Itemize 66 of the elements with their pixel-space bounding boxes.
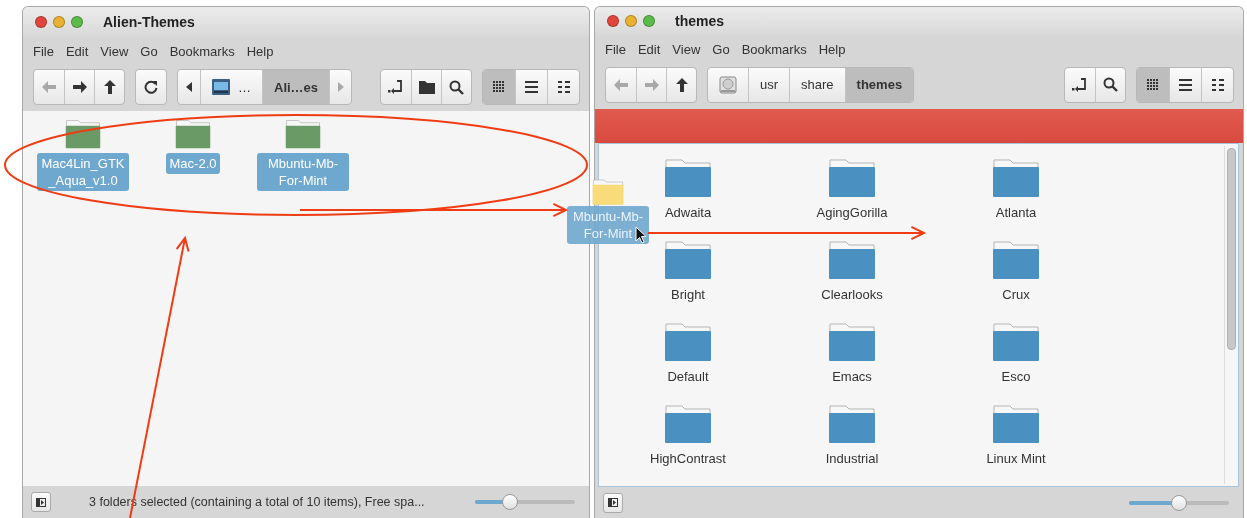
monitor-icon [212, 79, 230, 95]
menu-item[interactable]: File [599, 41, 632, 57]
window-button[interactable] [71, 16, 83, 28]
path-button[interactable]: Ali…es [262, 70, 330, 104]
folder-name[interactable]: Clearlooks [817, 284, 887, 306]
menu-item[interactable]: View [666, 41, 707, 57]
folder-name[interactable]: Adwaita [660, 202, 716, 224]
return-arrow-icon [1072, 77, 1088, 92]
list-icon [525, 81, 538, 93]
sidebar-icon [36, 497, 46, 507]
view-button[interactable] [1137, 67, 1169, 102]
menu-item[interactable]: Help [240, 43, 280, 59]
sidebar-toggle-button[interactable] [603, 492, 623, 513]
drive-icon [719, 75, 737, 94]
compact-list-icon [1211, 78, 1224, 91]
reload-icon [144, 80, 158, 94]
folder-name[interactable]: Esco [997, 366, 1035, 388]
menu-item[interactable]: Edit [59, 43, 95, 59]
path-button[interactable]: share [789, 67, 845, 102]
menu-item[interactable]: Help [812, 41, 852, 57]
path-button[interactable]: … [200, 70, 262, 104]
menu-item[interactable]: Bookmarks [735, 41, 813, 57]
return-arrow-icon [388, 80, 404, 94]
folder-name[interactable]: HighContrast [646, 448, 730, 470]
folder-name[interactable]: Industrial [821, 448, 883, 470]
menu-item[interactable]: Go [134, 43, 164, 59]
folder-icon [418, 80, 435, 94]
up-arrow-icon [103, 80, 116, 94]
caret-right-icon [337, 82, 344, 92]
compact-list-icon [557, 81, 570, 93]
back-arrow-icon [614, 78, 628, 91]
back-arrow-icon [42, 81, 56, 93]
folder-name[interactable]: Default [663, 366, 713, 388]
window-button[interactable] [35, 16, 47, 28]
search-icon [1103, 77, 1118, 93]
dragged-folder-label: Mbuntu-Mb-For-Mint [567, 206, 649, 244]
folder-name[interactable]: Bright [667, 284, 709, 306]
forward-arrow-icon [72, 81, 87, 93]
menu-item[interactable]: File [27, 43, 60, 59]
menu-item[interactable]: Go [706, 41, 736, 57]
menu-item[interactable]: Edit [631, 41, 667, 57]
path-button[interactable]: usr [748, 67, 790, 102]
window-title: Alien-Themes [103, 14, 195, 30]
forward-arrow-icon [644, 78, 659, 91]
folder-name[interactable]: Atlanta [991, 202, 1041, 224]
sidebar-toggle-button[interactable] [31, 492, 51, 512]
window-button[interactable] [607, 15, 619, 28]
up-arrow-icon [675, 77, 688, 92]
folder-name[interactable]: AgingGorilla [812, 202, 892, 224]
sidebar-icon [608, 498, 618, 508]
list-icon [1179, 78, 1192, 91]
search-icon [449, 79, 464, 95]
folder-name[interactable]: Crux [998, 284, 1034, 306]
scrollbar[interactable] [1224, 146, 1237, 485]
grid-icon [1147, 78, 1159, 91]
caret-left-icon [186, 82, 192, 92]
window-title: themes [675, 13, 725, 30]
view-button[interactable] [483, 70, 515, 104]
menu-item[interactable]: View [94, 43, 135, 59]
folder-name[interactable]: Emacs [828, 366, 876, 388]
menu-item[interactable]: Bookmarks [163, 43, 241, 59]
mouse-pointer-icon [635, 226, 647, 244]
grid-icon [493, 81, 505, 93]
folder-name[interactable]: Linux Mint [982, 448, 1050, 470]
window-button[interactable] [643, 15, 655, 28]
path-button[interactable]: themes [844, 67, 914, 102]
